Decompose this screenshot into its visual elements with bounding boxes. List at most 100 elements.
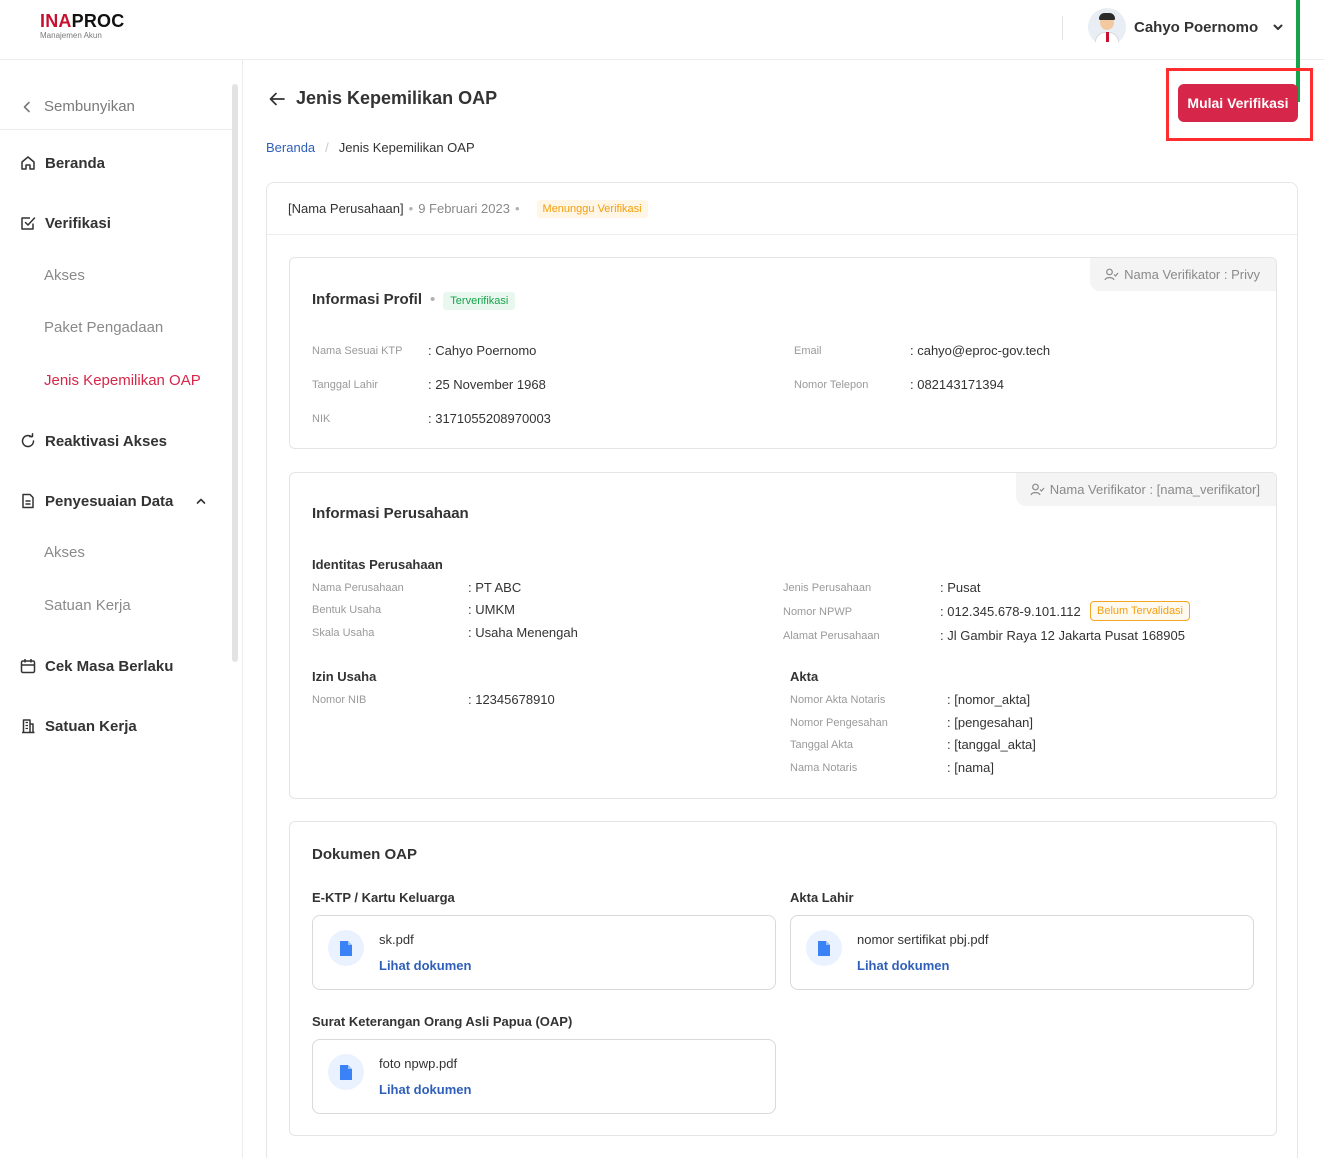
field-value: : Jl Gambir Raya 12 Jakarta Pusat 168905 — [940, 628, 1185, 643]
document-item: foto npwp.pdf Lihat dokumen — [312, 1039, 776, 1114]
field-value: : [tanggal_akta] — [947, 737, 1036, 752]
view-document-link[interactable]: Lihat dokumen — [379, 1082, 471, 1097]
sidebar-subitem-jenis-kepemilikan-oap[interactable]: Jenis Kepemilikan OAP — [44, 372, 201, 389]
field-label: Bentuk Usaha — [312, 604, 382, 616]
chevron-down-icon[interactable] — [1272, 21, 1284, 33]
field-label: Nama Sesuai KTP — [312, 345, 403, 357]
sidebar: Sembunyikan Beranda Verifikasi Akses Pak… — [0, 60, 243, 1158]
verifier-name: Nama Verifikator : [nama_verifikator] — [1049, 482, 1260, 497]
field-label: Nama Notaris — [790, 762, 858, 774]
user-check-icon — [1104, 268, 1119, 281]
hide-sidebar-label: Sembunyikan — [44, 98, 135, 115]
chevron-up-icon[interactable] — [195, 495, 207, 507]
sidebar-item-label: Penyesuaian Data — [45, 492, 174, 510]
topbar-divider — [1062, 16, 1063, 40]
logo-proc: PROC — [71, 11, 125, 31]
chevron-left-icon — [23, 101, 30, 112]
field-value: : 3171055208970003 — [428, 411, 551, 426]
field-value: : PT ABC — [468, 580, 522, 595]
user-menu[interactable]: Cahyo Poernomo — [1088, 8, 1284, 46]
field-label: Jenis Perusahaan — [783, 582, 872, 594]
sidebar-item-beranda[interactable]: Beranda — [0, 143, 232, 183]
hide-sidebar-button[interactable]: Sembunyikan — [0, 84, 232, 130]
field-label: Nomor Pengesahan — [790, 717, 888, 729]
submission-card: [Nama Perusahaan] • 9 Februari 2023 • Me… — [266, 182, 1298, 1158]
arrow-left-icon[interactable] — [268, 90, 286, 108]
sidebar-item-cek-masa-berlaku[interactable]: Cek Masa Berlaku — [0, 646, 232, 686]
field-value: : 082143171394 — [910, 377, 1004, 392]
field-label: Email — [794, 345, 822, 357]
sidebar-item-satuan-kerja[interactable]: Satuan Kerja — [0, 706, 232, 746]
documents-title: Dokumen OAP — [312, 846, 418, 863]
submission-date: 9 Februari 2023 — [418, 201, 510, 216]
document-label: E-KTP / Kartu Keluarga — [312, 890, 455, 905]
field-value: : 012.345.678-9.101.112 — [940, 604, 1081, 619]
user-check-icon — [1030, 483, 1045, 496]
field-value: : 25 November 1968 — [428, 377, 546, 392]
home-icon — [21, 156, 35, 170]
file-icon — [328, 1054, 364, 1090]
izin-title: Izin Usaha — [312, 669, 377, 684]
sidebar-subitem-akses[interactable]: Akses — [44, 267, 85, 284]
file-icon — [806, 930, 842, 966]
breadcrumb-home[interactable]: Beranda — [266, 140, 315, 155]
field-label: Nomor NIB — [312, 694, 367, 706]
documents-card: Dokumen OAP E-KTP / Kartu Keluarga sk.pd… — [289, 821, 1277, 1136]
field-value: : [nama] — [947, 760, 994, 775]
user-name: Cahyo Poernomo — [1134, 18, 1259, 36]
checkbox-icon — [21, 217, 36, 230]
building-icon — [22, 719, 35, 734]
dot-separator: • — [408, 201, 414, 216]
breadcrumb-separator: / — [325, 140, 329, 155]
avatar[interactable] — [1088, 8, 1126, 46]
verified-badge: Terverifikasi — [443, 292, 516, 310]
sidebar-subitem-akses[interactable]: Akses — [44, 544, 85, 561]
field-label: NIK — [312, 413, 331, 425]
sidebar-item-label: Cek Masa Berlaku — [45, 657, 174, 675]
calendar-icon — [20, 659, 36, 674]
field-value: : [pengesahan] — [947, 715, 1034, 730]
profile-title: Informasi Profil • Terverifikasi — [312, 291, 516, 310]
dot-separator: • — [430, 291, 436, 308]
top-bar: INAPROC Manajemen Akun Cahyo Poernomo — [0, 0, 1324, 60]
app-logo[interactable]: INAPROC Manajemen Akun — [40, 12, 124, 40]
document-item: nomor sertifikat pbj.pdf Lihat dokumen — [790, 915, 1254, 990]
mulai-verifikasi-button[interactable]: Mulai Verifikasi — [1178, 84, 1298, 122]
sidebar-subitem-paket-pengadaan[interactable]: Paket Pengadaan — [44, 319, 163, 336]
view-document-link[interactable]: Lihat dokumen — [857, 958, 949, 973]
field-value: : cahyo@eproc-gov.tech — [910, 343, 1051, 358]
dot-separator: • — [514, 201, 520, 216]
sidebar-subitem-satuan-kerja[interactable]: Satuan Kerja — [44, 597, 131, 614]
field-label: Skala Usaha — [312, 627, 375, 639]
logo-ina: INA — [40, 11, 72, 31]
company-name: [Nama Perusahaan] — [288, 201, 404, 216]
profile-card: Nama Verifikator : Privy Informasi Profi… — [289, 257, 1277, 449]
file-icon — [328, 930, 364, 966]
view-document-link[interactable]: Lihat dokumen — [379, 958, 471, 973]
sidebar-item-verifikasi[interactable]: Verifikasi — [0, 203, 232, 243]
breadcrumb-current: Jenis Kepemilikan OAP — [338, 140, 475, 155]
field-value: : 12345678910 — [468, 692, 555, 707]
sidebar-scrollbar[interactable] — [232, 84, 238, 662]
profile-title-text: Informasi Profil — [312, 291, 423, 308]
verifier-name: Nama Verifikator : Privy — [1124, 267, 1260, 282]
sidebar-item-reaktivasi-akses[interactable]: Reaktivasi Akses — [0, 421, 232, 461]
npwp-status-badge: Belum Tervalidasi — [1090, 601, 1191, 621]
field-label: Nama Perusahaan — [312, 582, 404, 594]
status-badge: Menunggu Verifikasi — [536, 199, 648, 218]
sidebar-item-label: Satuan Kerja — [45, 717, 137, 735]
document-item: sk.pdf Lihat dokumen — [312, 915, 776, 990]
submission-header: [Nama Perusahaan] • 9 Februari 2023 • Me… — [267, 183, 1297, 235]
akta-title: Akta — [790, 669, 819, 684]
company-title: Informasi Perusahaan — [312, 505, 469, 522]
field-value: : UMKM — [468, 602, 515, 617]
document-icon — [22, 493, 34, 509]
logo-wordmark: INAPROC — [40, 12, 124, 30]
document-filename: nomor sertifikat pbj.pdf — [857, 932, 989, 947]
identity-title: Identitas Perusahaan — [312, 557, 443, 572]
sidebar-item-penyesuaian-data[interactable]: Penyesuaian Data — [0, 481, 232, 521]
main-content: Jenis Kepemilikan OAP Mulai Verifikasi B… — [244, 60, 1324, 1158]
sidebar-item-label: Reaktivasi Akses — [45, 432, 168, 450]
sidebar-item-label: Verifikasi — [45, 214, 111, 232]
document-filename: foto npwp.pdf — [379, 1056, 458, 1071]
